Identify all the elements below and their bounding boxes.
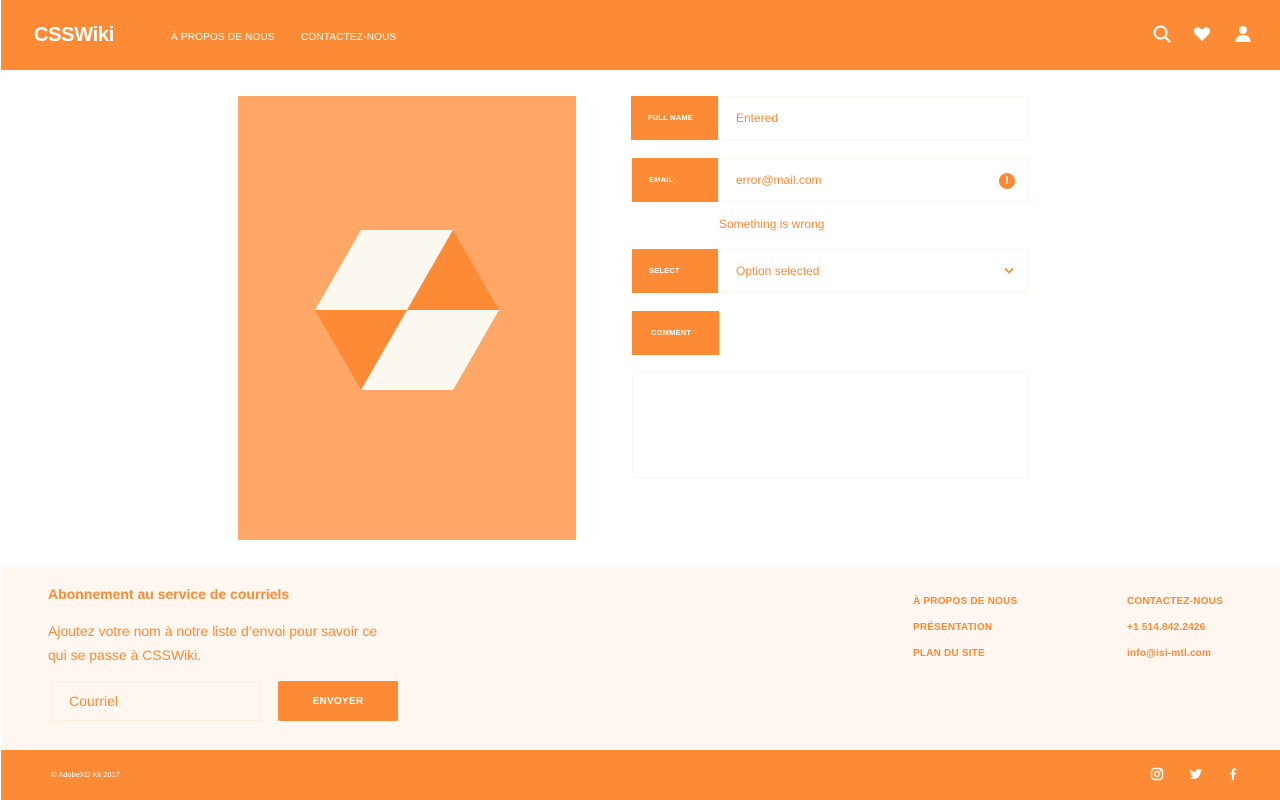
- full-name-label: FULL NAME: [631, 96, 718, 140]
- select-label: SELECT: [632, 249, 719, 293]
- nav-link-about[interactable]: À PROPOS DE NOUS: [171, 32, 275, 43]
- copyright-text: © AdobeXD Kit 2017: [51, 770, 120, 779]
- email-error-message: Something is wrong: [719, 217, 825, 231]
- footer-phone[interactable]: +1 514.842.2426: [1127, 622, 1205, 633]
- chevron-down-icon[interactable]: [1003, 265, 1015, 277]
- nav-link-contact[interactable]: CONTACTEZ-NOUS: [301, 32, 396, 43]
- email-label: EMAIL: [632, 158, 719, 202]
- footer-link-about[interactable]: À PROPOS DE NOUS: [913, 596, 1017, 607]
- newsletter-section: Abonnement au service de courriels Ajout…: [1, 567, 1280, 750]
- full-name-value: Entered: [736, 111, 779, 125]
- search-icon[interactable]: [1152, 24, 1172, 44]
- top-nav-bar: CSSWiki À PROPOS DE NOUS CONTACTEZ-NOUS: [1, 0, 1280, 70]
- newsletter-email-input[interactable]: [51, 681, 261, 721]
- select-value: Option selected: [736, 264, 820, 278]
- footer-link-presentation[interactable]: PRÉSENTATION: [913, 622, 992, 633]
- instagram-icon[interactable]: [1150, 767, 1164, 781]
- user-icon[interactable]: [1233, 24, 1253, 44]
- facebook-icon[interactable]: [1226, 767, 1240, 781]
- hero-image: [238, 96, 576, 540]
- comment-label: COMMENT: [632, 311, 719, 355]
- newsletter-description: Ajoutez votre nom à notre liste d’envoi …: [48, 623, 378, 663]
- heart-icon[interactable]: [1192, 24, 1212, 44]
- newsletter-title: Abonnement au service de courriels: [48, 586, 290, 602]
- comment-textarea[interactable]: [632, 372, 1029, 478]
- hexagon-cube-logo: [315, 230, 499, 390]
- send-button[interactable]: ENVOYER: [278, 681, 398, 721]
- select-dropdown[interactable]: Option selected: [718, 249, 1029, 293]
- error-icon: !: [999, 173, 1015, 189]
- email-field[interactable]: error@mail.com !: [718, 158, 1029, 202]
- footer-bar: © AdobeXD Kit 2017: [1, 750, 1280, 800]
- email-value: error@mail.com: [736, 173, 822, 187]
- footer-email[interactable]: info@isi-mtl.com: [1127, 648, 1211, 659]
- footer-link-contact[interactable]: CONTACTEZ-NOUS: [1127, 596, 1223, 607]
- twitter-icon[interactable]: [1189, 767, 1203, 781]
- brand-logo[interactable]: CSSWiki: [34, 24, 114, 47]
- full-name-field[interactable]: Entered: [718, 96, 1029, 140]
- footer-link-sitemap[interactable]: PLAN DU SITE: [913, 648, 985, 659]
